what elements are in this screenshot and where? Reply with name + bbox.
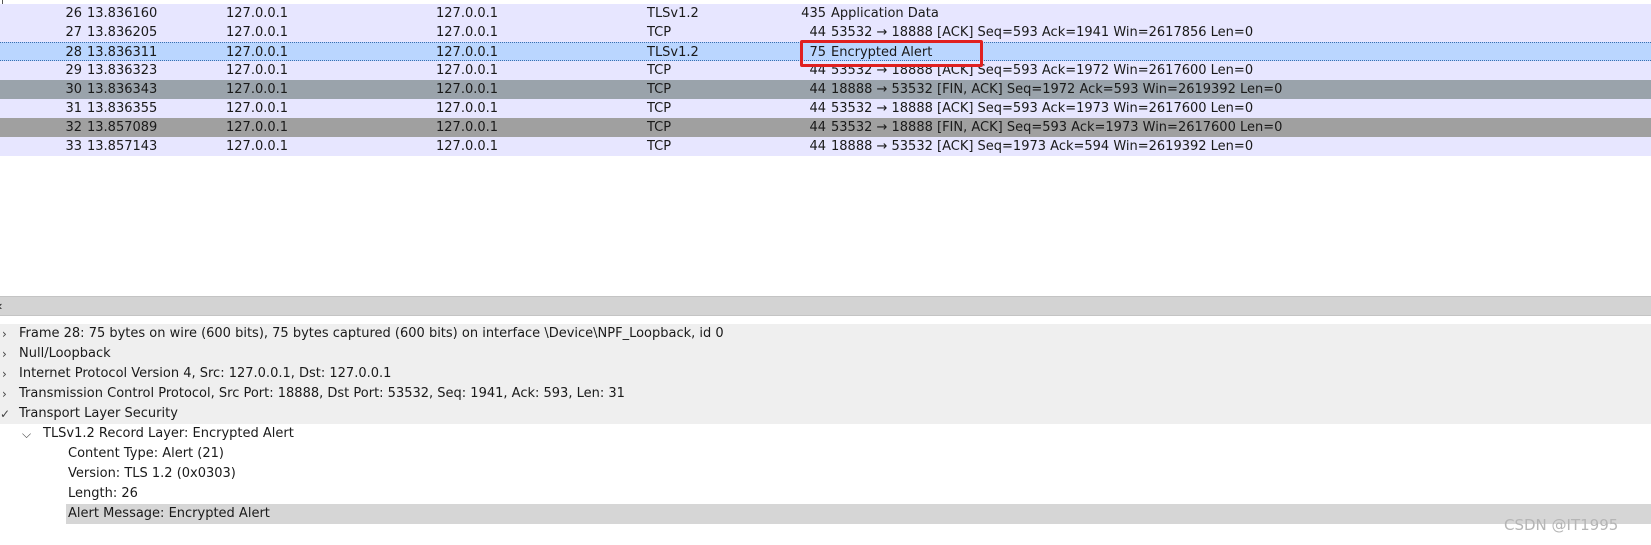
packet-info: 53532 → 18888 [ACK] Seq=593 Ack=1973 Win… — [831, 101, 1254, 116]
packet-no: 33 — [65, 139, 82, 154]
tree-item-alert-message[interactable]: Alert Message: Encrypted Alert — [0, 504, 1651, 524]
packet-no: 31 — [65, 101, 82, 116]
tree-item-tls[interactable]: ✓ Transport Layer Security — [0, 404, 1651, 424]
packet-protocol: TCP — [647, 25, 672, 40]
pane-splitter[interactable]: ‹ — [0, 296, 1651, 316]
packet-time: 13.836323 — [87, 63, 158, 78]
chevron-left-icon[interactable]: ‹ — [0, 298, 2, 314]
packet-destination: 127.0.0.1 — [436, 139, 499, 154]
packet-protocol: TCP — [647, 101, 672, 116]
tree-item-selection — [66, 504, 1651, 524]
packet-protocol: TLSv1.2 — [647, 45, 699, 60]
tree-item-label: Null/Loopback — [19, 346, 111, 361]
packet-row[interactable]: 33 13.857143 127.0.0.1 127.0.0.1 TCP 44 … — [0, 137, 1651, 156]
packet-destination: 127.0.0.1 — [436, 25, 499, 40]
packet-source: 127.0.0.1 — [226, 139, 289, 154]
tree-item-null-loopback[interactable]: › Null/Loopback — [0, 344, 1651, 364]
packet-source: 127.0.0.1 — [226, 82, 289, 97]
packet-destination: 127.0.0.1 — [436, 101, 499, 116]
packet-protocol: TLSv1.2 — [647, 6, 699, 21]
packet-time: 13.857089 — [87, 120, 158, 135]
tree-item-frame[interactable]: › Frame 28: 75 bytes on wire (600 bits),… — [0, 324, 1651, 344]
chevron-right-icon[interactable]: › — [2, 364, 7, 384]
packet-source: 127.0.0.1 — [226, 45, 289, 60]
tree-item-tcp[interactable]: › Transmission Control Protocol, Src Por… — [0, 384, 1651, 404]
tree-item-label: Content Type: Alert (21) — [68, 446, 224, 461]
packet-source: 127.0.0.1 — [226, 63, 289, 78]
packet-destination: 127.0.0.1 — [436, 82, 499, 97]
packet-length: 435 — [801, 6, 826, 21]
packet-time: 13.836160 — [87, 6, 158, 21]
packet-time: 13.836205 — [87, 25, 158, 40]
tree-item-label: Internet Protocol Version 4, Src: 127.0.… — [19, 366, 392, 381]
tree-item-content-type[interactable]: Content Type: Alert (21) — [0, 444, 1651, 464]
chevron-down-icon[interactable]: ✓ — [0, 404, 10, 424]
packet-no: 28 — [65, 45, 82, 60]
packet-row[interactable]: 30 13.836343 127.0.0.1 127.0.0.1 TCP 44 … — [0, 80, 1651, 99]
packet-info: 53532 → 18888 [FIN, ACK] Seq=593 Ack=197… — [831, 120, 1283, 135]
packet-row[interactable]: 32 13.857089 127.0.0.1 127.0.0.1 TCP 44 … — [0, 118, 1651, 137]
packet-length: 44 — [809, 139, 826, 154]
packet-source: 127.0.0.1 — [226, 120, 289, 135]
packet-protocol: TCP — [647, 139, 672, 154]
packet-source: 127.0.0.1 — [226, 101, 289, 116]
tree-item-version[interactable]: Version: TLS 1.2 (0x0303) — [0, 464, 1651, 484]
packet-time: 13.836311 — [87, 45, 158, 60]
tree-item-label: Alert Message: Encrypted Alert — [68, 506, 270, 521]
packet-no: 29 — [65, 63, 82, 78]
tree-item-length[interactable]: Length: 26 — [0, 484, 1651, 504]
packet-length: 44 — [809, 120, 826, 135]
packet-no: 27 — [65, 25, 82, 40]
tree-item-ipv4[interactable]: › Internet Protocol Version 4, Src: 127.… — [0, 364, 1651, 384]
packet-info: 18888 → 53532 [FIN, ACK] Seq=1972 Ack=59… — [831, 82, 1283, 97]
packet-info: 18888 → 53532 [ACK] Seq=1973 Ack=594 Win… — [831, 139, 1254, 154]
chevron-right-icon[interactable]: › — [2, 324, 7, 344]
packet-protocol: TCP — [647, 82, 672, 97]
tree-item-label: TLSv1.2 Record Layer: Encrypted Alert — [43, 426, 294, 441]
watermark: CSDN @IT1995 — [1504, 516, 1619, 534]
packet-time: 13.836343 — [87, 82, 158, 97]
packet-length: 44 — [809, 101, 826, 116]
packet-info: Application Data — [831, 6, 939, 21]
packet-time: 13.836355 — [87, 101, 158, 116]
tree-item-label: Transport Layer Security — [19, 406, 178, 421]
tree-item-label: Frame 28: 75 bytes on wire (600 bits), 7… — [19, 326, 724, 341]
tree-item-label: Transmission Control Protocol, Src Port:… — [19, 386, 625, 401]
tree-item-label: Length: 26 — [68, 486, 138, 501]
packet-source: 127.0.0.1 — [226, 6, 289, 21]
packet-protocol: TCP — [647, 63, 672, 78]
packet-row[interactable]: 31 13.836355 127.0.0.1 127.0.0.1 TCP 44 … — [0, 99, 1651, 118]
chevron-right-icon[interactable]: › — [2, 384, 7, 404]
packet-time: 13.857143 — [87, 139, 158, 154]
packet-no: 26 — [65, 6, 82, 21]
chevron-right-icon[interactable]: › — [2, 344, 7, 364]
chevron-down-icon[interactable]: ⌵ — [22, 424, 31, 444]
packet-list[interactable]: 26 13.836160 127.0.0.1 127.0.0.1 TLSv1.2… — [0, 0, 1651, 166]
packet-destination: 127.0.0.1 — [436, 63, 499, 78]
packet-destination: 127.0.0.1 — [436, 6, 499, 21]
packet-no: 32 — [65, 120, 82, 135]
tree-item-record-layer[interactable]: ⌵ TLSv1.2 Record Layer: Encrypted Alert — [0, 424, 1651, 444]
packet-destination: 127.0.0.1 — [436, 45, 499, 60]
packet-no: 30 — [65, 82, 82, 97]
annotation-highlight-box — [800, 40, 983, 67]
packet-destination: 127.0.0.1 — [436, 120, 499, 135]
packet-source: 127.0.0.1 — [226, 25, 289, 40]
packet-protocol: TCP — [647, 120, 672, 135]
packet-row[interactable]: 26 13.836160 127.0.0.1 127.0.0.1 TLSv1.2… — [0, 4, 1651, 23]
tree-item-label: Version: TLS 1.2 (0x0303) — [68, 466, 236, 481]
packet-length: 44 — [809, 82, 826, 97]
